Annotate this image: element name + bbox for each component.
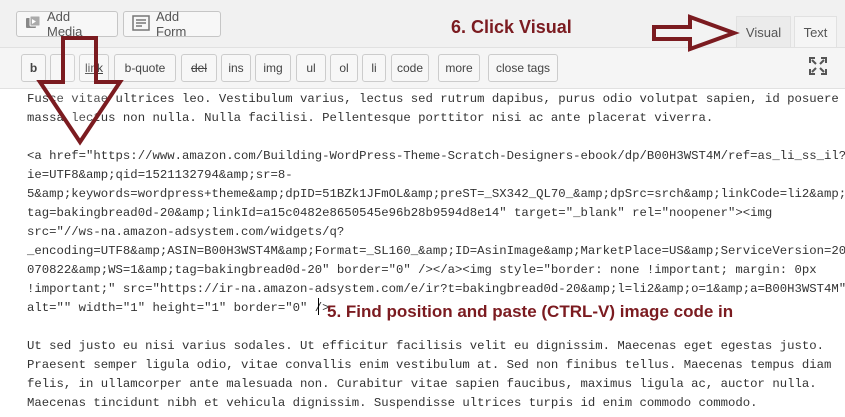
add-form-label: Add Form (156, 9, 187, 39)
editor-line: tag=bakingbread0d-20&amp;linkId=a15c0482… (27, 206, 773, 220)
editor-line: !important;" src="https://ir-na.amazon-a… (27, 282, 845, 296)
editor-line: Ut sed justo eu nisi varius sodales. Ut … (27, 339, 824, 353)
editor-line: 5&amp;keywords=wordpress+theme&amp;dpID=… (27, 187, 845, 201)
bold-button[interactable]: b (21, 54, 46, 82)
add-form-button[interactable]: Add Form (123, 9, 221, 39)
quicktags-toolbar: b i link b-quote del ins img ul ol li co… (0, 47, 845, 89)
text-cursor (318, 298, 319, 315)
code-button[interactable]: code (391, 54, 429, 82)
form-icon (132, 14, 150, 34)
blockquote-button[interactable]: b-quote (114, 54, 176, 82)
editor-line: Maecenas tincidunt nibh et vehicula dign… (27, 396, 758, 410)
fullscreen-icon[interactable] (809, 57, 827, 75)
li-button[interactable]: li (362, 54, 386, 82)
editor-line: alt="" width="1" height="1" border="0" /… (27, 301, 330, 315)
editor-line: felis, in ullamcorper ante malesuada non… (27, 377, 817, 391)
paste-instruction-annotation: 5. Find position and paste (CTRL-V) imag… (327, 302, 734, 321)
tab-visual[interactable]: Visual (736, 16, 791, 47)
editor-line: 070822&amp;WS=1&amp;tag=bakingbread0d-20… (27, 263, 817, 277)
editor-line: src="//ws-na.amazon-adsystem.com/widgets… (27, 225, 345, 239)
editor-line: Praesent semper ligula odio, vitae conva… (27, 358, 832, 372)
editor-line: Fusce vitae ultrices leo. Vestibulum var… (27, 92, 839, 106)
editor-line: _encoding=UTF8&amp;ASIN=B00H3WST4M&amp;F… (27, 244, 845, 258)
click-visual-annotation: 6. Click Visual (451, 17, 572, 37)
more-button[interactable]: more (438, 54, 480, 82)
add-media-label: Add Media (47, 9, 83, 39)
text-editor-area[interactable]: Fusce vitae ultrices leo. Vestibulum var… (0, 89, 845, 417)
media-icon (25, 15, 41, 34)
tab-text[interactable]: Text (794, 16, 837, 47)
editor-line: massa lectus non nulla. Nulla facilisi. … (27, 111, 714, 125)
ol-button[interactable]: ol (330, 54, 358, 82)
link-button[interactable]: link (79, 54, 109, 82)
editor-line: <a href="https://www.amazon.com/Building… (27, 149, 845, 163)
ins-button[interactable]: ins (221, 54, 251, 82)
editor-line: ie=UTF8&amp;qid=1521132794&amp;sr=8- (27, 168, 293, 182)
ul-button[interactable]: ul (296, 54, 326, 82)
del-button[interactable]: del (181, 54, 217, 82)
close-tags-button[interactable]: close tags (488, 54, 558, 82)
add-media-button[interactable]: Add Media (16, 9, 118, 39)
italic-button[interactable]: i (50, 54, 75, 82)
editor-top-bar: Add Media Add Form 6. Click Visual Visua… (0, 0, 845, 47)
img-button[interactable]: img (255, 54, 291, 82)
